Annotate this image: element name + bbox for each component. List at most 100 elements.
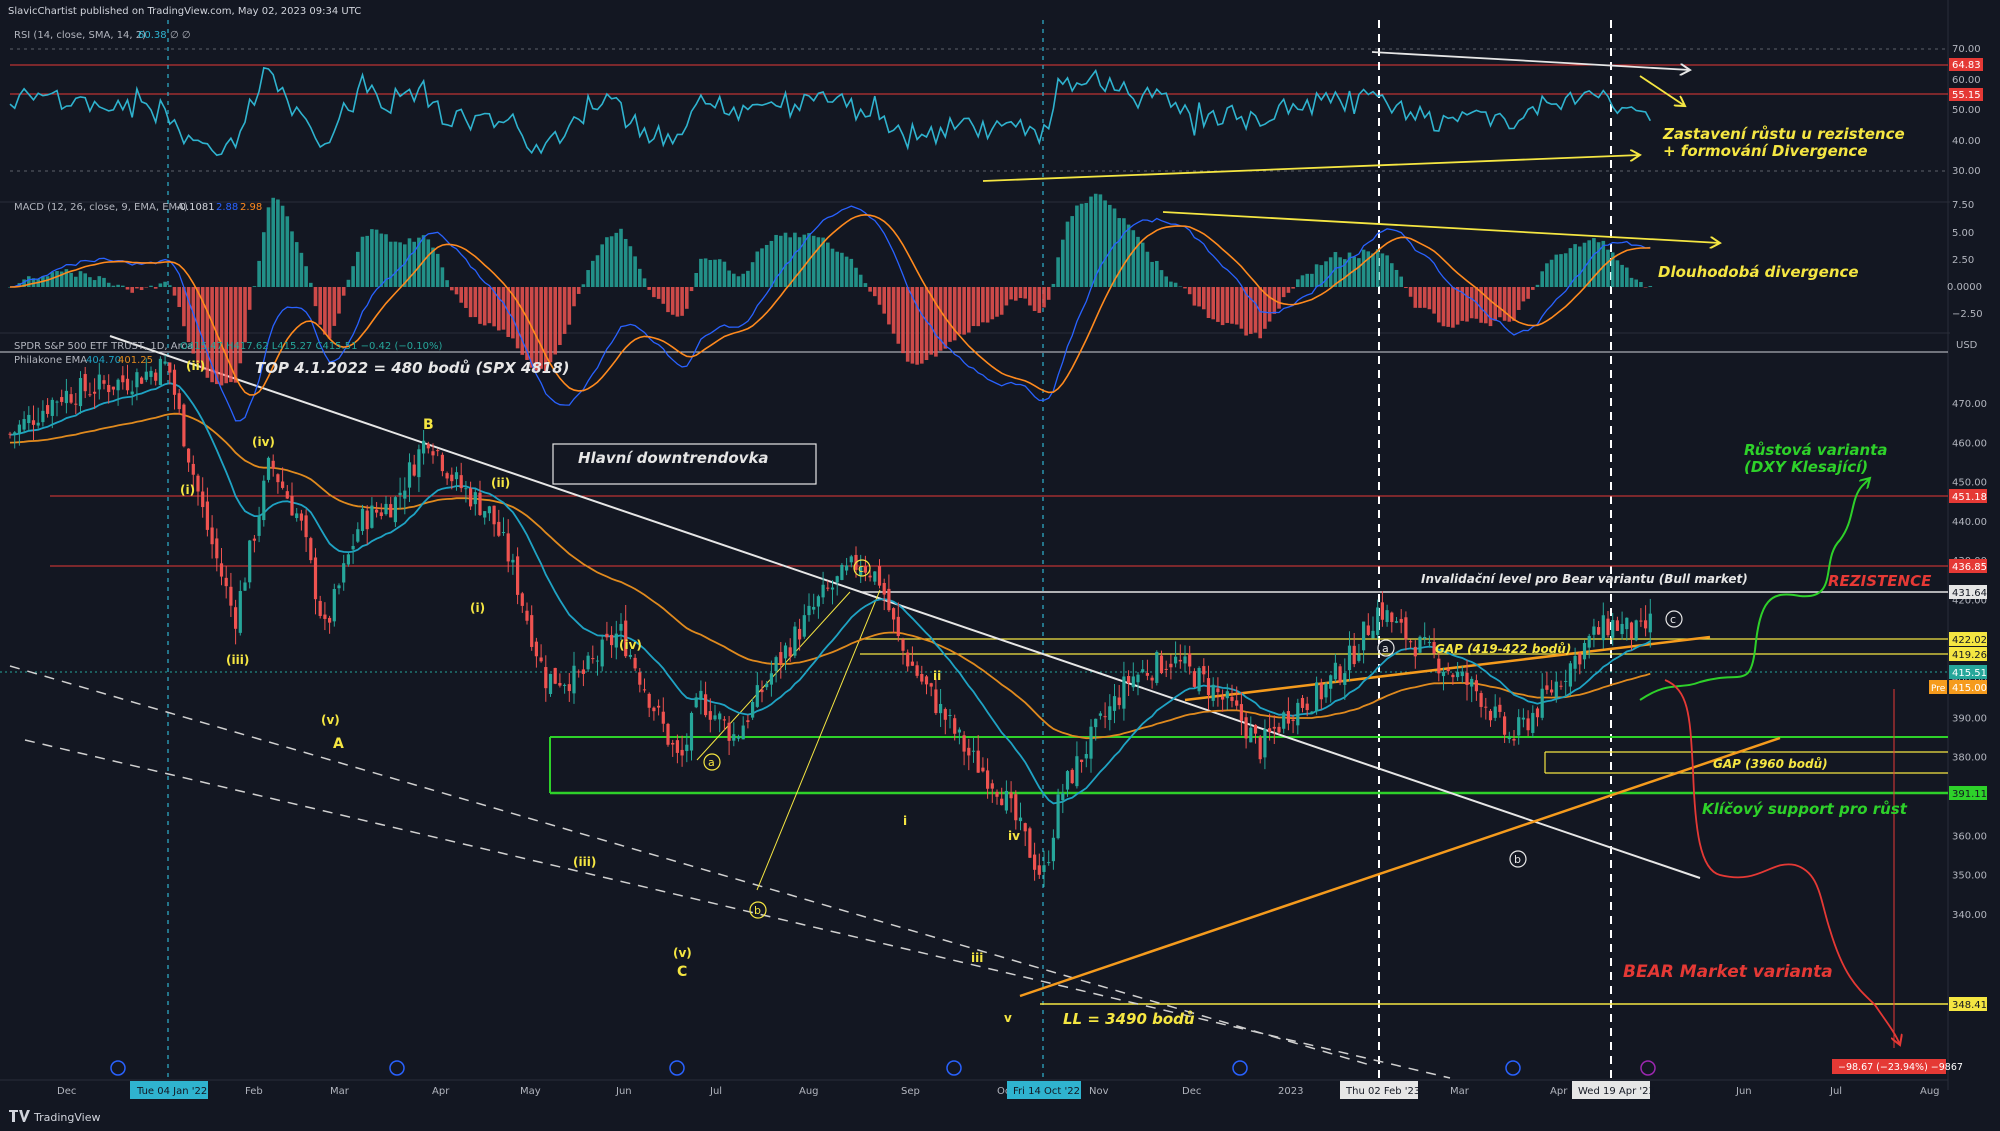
macd-hist-bar: [605, 237, 609, 287]
candle-body: [121, 375, 125, 383]
candle-body: [680, 749, 684, 756]
gap2-label: GAP (3960 bodů): [1713, 757, 1828, 771]
chart-canvas[interactable]: SlavicChartist published on TradingView.…: [0, 0, 2000, 1131]
macd-hist-bar: [1206, 287, 1211, 318]
candle-body: [986, 770, 990, 789]
dividend-icon: [1232, 1060, 1248, 1076]
macd-hist-bar: [1258, 287, 1262, 339]
macd-hist-bar: [1375, 249, 1380, 287]
gap1-label: GAP (419-422 bodů): [1435, 642, 1571, 656]
rsi-tick: 50.00: [1952, 105, 1981, 116]
macd-hist-bar: [1183, 287, 1187, 289]
dividend-icon: [669, 1060, 685, 1076]
macd-hist-bar: [1089, 196, 1093, 287]
macd-tick: 7.50: [1952, 200, 1974, 211]
macd-hist-bar: [797, 237, 802, 287]
candle-body: [1479, 693, 1483, 707]
badge-431: 431.64: [1952, 588, 1987, 599]
macd-hist-bar: [1169, 281, 1173, 287]
macd-hist-bar: [459, 287, 463, 303]
macd-hist-bar: [858, 274, 863, 287]
candle-body: [304, 515, 308, 538]
candle-body: [1413, 646, 1417, 657]
candle-body: [440, 454, 444, 472]
macd-hist-bar: [1079, 203, 1084, 287]
channel-lower-2: [24, 739, 1451, 1079]
macd-hist-bar: [957, 287, 962, 335]
price-ohlc: O415.47 H417.62 L415.27 C415.51 −0.42 (−…: [180, 341, 442, 352]
tradingview-logo[interactable]: TradingView: [9, 1110, 100, 1124]
candle-body: [1305, 703, 1309, 711]
macd-hist-bar: [741, 273, 745, 287]
candle-body: [1131, 676, 1135, 688]
candle-body: [389, 504, 393, 518]
candle-body: [1230, 696, 1234, 701]
macd-v2: 2.88: [216, 202, 238, 213]
macd-hist-bar: [558, 287, 562, 345]
candle-body: [1117, 697, 1121, 706]
macd-hist-bar: [844, 256, 849, 287]
candle-body: [1268, 728, 1272, 733]
candle-body: [1235, 700, 1239, 706]
x-axis-month: Sep: [901, 1086, 920, 1097]
candle-body: [1394, 621, 1399, 623]
macd-hist-bar: [1625, 267, 1629, 287]
candle-body: [1540, 688, 1544, 718]
macd-hist-bar: [1455, 287, 1460, 325]
candle-body: [1333, 662, 1337, 680]
candle-body: [1371, 630, 1375, 639]
macd-hist-bar: [1042, 287, 1046, 308]
candle-body: [1145, 673, 1149, 676]
macd-hist-bar: [168, 285, 172, 287]
macd-hist-bar: [468, 287, 473, 318]
macd-hist-bar: [1098, 194, 1103, 287]
x-axis-month: May: [520, 1086, 541, 1097]
dividend-icon: [389, 1060, 405, 1076]
candle-body: [135, 372, 139, 388]
candle-body: [262, 480, 266, 521]
macd-hist-bar: [1634, 279, 1638, 287]
candle-body: [27, 414, 31, 424]
candle-body: [1253, 724, 1258, 734]
macd-hist-bar: [1413, 287, 1418, 308]
macd-hist-bar: [1469, 287, 1474, 319]
candle-body: [1211, 684, 1215, 701]
macd-hist-bar: [149, 285, 153, 287]
candle-body: [299, 513, 303, 521]
macd-hist-bar: [699, 258, 703, 287]
candle-body: [943, 709, 947, 720]
macd-hist-bar: [863, 283, 868, 287]
macd-hist-bar: [1239, 287, 1244, 329]
candle-body: [1033, 854, 1037, 870]
candle-body: [1503, 716, 1507, 735]
candle-body: [313, 557, 318, 600]
rsi-series: [9, 66, 1652, 157]
candle-body: [1592, 626, 1596, 635]
macd-hist-bar: [905, 287, 910, 362]
macd-hist-bar: [1028, 287, 1032, 306]
macd-hist-bar: [1197, 287, 1201, 307]
macd-hist-bar: [1629, 277, 1634, 287]
candle-body: [22, 419, 26, 430]
macd-hist-bar: [1545, 263, 1549, 287]
macd-hist-bar: [826, 242, 830, 287]
candle-body: [379, 512, 383, 517]
macd-hist-bar: [1554, 254, 1559, 287]
candle-body: [877, 566, 882, 586]
macd-hist-bar: [764, 244, 769, 287]
candle-body: [920, 673, 924, 682]
candle-body: [506, 533, 510, 562]
candle-body: [492, 505, 496, 525]
candle-body: [1277, 726, 1281, 733]
macd-hist-bar: [1399, 276, 1403, 287]
macd-hist-bar: [1643, 287, 1648, 288]
macd-hist-bar: [1498, 287, 1502, 318]
candle-body: [1559, 685, 1563, 687]
candle-body: [619, 623, 623, 631]
candle-body: [591, 658, 595, 660]
macd-hist-bar: [652, 287, 656, 298]
macd-hist-bar: [1192, 287, 1197, 306]
candle-body: [581, 669, 585, 674]
candle-body: [41, 410, 45, 423]
candle-body: [788, 647, 792, 657]
